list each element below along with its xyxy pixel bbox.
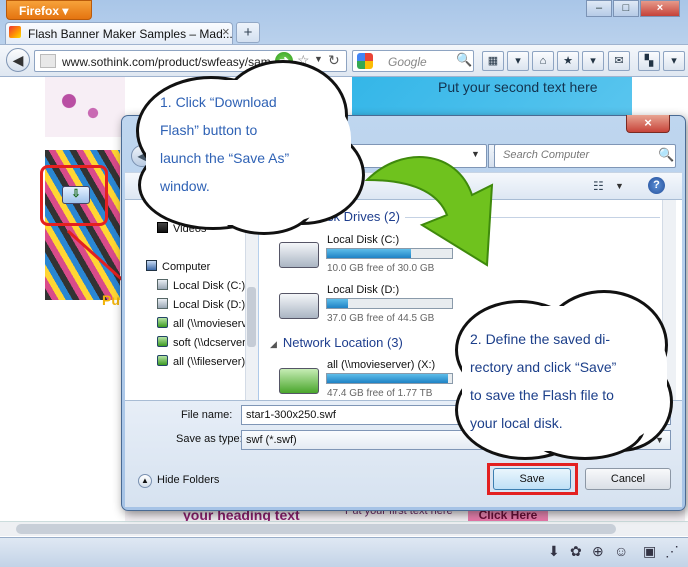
resize-grip-icon[interactable]: ⋰ <box>665 543 679 560</box>
new-tab-button[interactable]: + <box>236 22 260 43</box>
toolbar-button-icon[interactable]: ▾ <box>507 51 529 71</box>
minimize-button[interactable]: – <box>586 0 612 17</box>
callout-step1-line3: launch the “Save As” <box>160 150 290 166</box>
nav-item-label: all (\\movieserver) <box>173 318 245 330</box>
dialog-close-button[interactable]: × <box>626 115 670 133</box>
downloads-icon[interactable]: ⬇ <box>548 543 560 560</box>
group-header-network[interactable]: ◢ Network Location (3) <box>270 335 403 350</box>
tab-title: Flash Banner Maker Samples – Mad... <box>28 27 233 41</box>
file-name-value: star1-300x250.swf <box>246 409 336 421</box>
mail-icon[interactable]: ✉ <box>608 51 630 71</box>
addon-icon[interactable]: ▚ <box>638 51 660 71</box>
collapse-arrow-icon[interactable]: ◢ <box>270 339 277 349</box>
site-identity-icon[interactable] <box>40 54 56 68</box>
nav-item-fileserver[interactable]: all (\\fileserver) <box>157 355 245 368</box>
file-name-label: File name: <box>181 409 233 421</box>
nav-item-local-disk-c[interactable]: Local Disk (C:) <box>157 279 245 292</box>
url-text[interactable]: www.sothink.com/product/swfeasy/sam <box>62 55 272 69</box>
dialog-search-placeholder[interactable]: Search Computer <box>503 149 589 161</box>
network-drive-icon <box>157 355 168 366</box>
hide-folders-toggle[interactable]: ▲ Hide Folders <box>138 474 219 488</box>
save-type-value: swf (*.swf) <box>246 434 297 446</box>
callout-step1-line1: 1. Click “Download <box>160 94 277 110</box>
callout-step1-line4: window. <box>160 178 210 194</box>
cancel-button[interactable]: Cancel <box>585 468 671 490</box>
extension-icon[interactable]: ▣ <box>643 543 656 560</box>
nav-item-label: Local Disk (D:) <box>173 299 246 311</box>
dialog-search-icon[interactable]: 🔍 <box>658 147 674 163</box>
nav-item-movieserver[interactable]: all (\\movieserver) <box>157 317 245 330</box>
banner-text: Put your second text here <box>438 79 598 95</box>
tab-favicon-icon <box>9 26 21 38</box>
nav-scrollbar-thumb[interactable] <box>247 287 256 347</box>
home-icon[interactable]: ⌂ <box>532 51 554 71</box>
firefox-menu-label: Firefox <box>19 4 60 18</box>
view-dropdown-icon[interactable]: ▼ <box>615 181 624 191</box>
nav-item-label: Computer <box>162 261 211 273</box>
zoom-icon[interactable]: ⊕ <box>592 543 604 560</box>
drive-x-usage-fill <box>327 374 449 383</box>
group-header-label: Network Location (3) <box>282 335 403 350</box>
network-drive-icon <box>279 368 319 394</box>
screenshot-icon[interactable]: ▦ <box>482 51 504 71</box>
nav-item-label: Local Disk (C:) <box>173 280 246 292</box>
status-bar <box>0 537 688 567</box>
drive-d-usage-fill <box>327 299 349 308</box>
change-view-icon[interactable]: ☷ <box>593 179 604 193</box>
window-controls: – □ × <box>586 0 680 18</box>
url-dropdown-icon[interactable]: ▼ <box>314 54 323 64</box>
bookmarks-icon[interactable]: ★ <box>557 51 579 71</box>
search-icon[interactable]: 🔍 <box>456 52 472 68</box>
scrollbar-thumb[interactable] <box>16 524 616 534</box>
maximize-button[interactable]: □ <box>613 0 639 17</box>
hide-folders-label: Hide Folders <box>157 474 220 486</box>
drive-d-name: Local Disk (D:) <box>327 284 400 296</box>
nav-item-dcserver[interactable]: soft (\\dcserver) <box>157 336 245 349</box>
callout-step2-line1: 2. Define the saved di- <box>470 331 611 347</box>
callout-step2-line3: to save the Flash file to <box>470 387 614 403</box>
back-button[interactable]: ◀ <box>6 48 30 72</box>
reload-icon[interactable]: ↻ <box>328 52 340 69</box>
nav-item-local-disk-d[interactable]: Local Disk (D:) <box>157 298 245 311</box>
green-curved-arrow <box>364 156 494 267</box>
save-button[interactable]: Save <box>493 468 571 490</box>
close-button[interactable]: × <box>640 0 680 17</box>
drive-d-item[interactable] <box>279 293 319 319</box>
callout-step2-line2: rectory and click “Save” <box>470 359 617 375</box>
drive-x-name: all (\\movieserver) (X:) <box>327 359 436 371</box>
callout-step1-line2: Flash” button to <box>160 122 258 138</box>
nav-item-computer[interactable]: Computer <box>146 260 210 273</box>
drive-x-item[interactable] <box>279 368 319 394</box>
nav-item-label: soft (\\dcserver) <box>173 337 245 349</box>
drive-d-usage-bar <box>326 298 453 309</box>
search-placeholder[interactable]: Google <box>388 55 427 69</box>
videos-icon <box>157 222 168 233</box>
chevron-up-icon: ▲ <box>138 474 152 488</box>
nav-item-label: all (\\fileserver) <box>173 356 245 368</box>
computer-icon <box>146 260 157 271</box>
addon-bar-icon[interactable]: ✿ <box>570 543 582 560</box>
menu-dropdown-icon[interactable]: ▾ <box>582 51 604 71</box>
search-engine-icon[interactable] <box>357 53 373 69</box>
network-drive-icon <box>157 317 168 328</box>
tab-close-icon[interactable]: × <box>222 24 230 39</box>
network-drive-icon <box>157 336 168 347</box>
drive-x-usage-bar <box>326 373 453 384</box>
drive-d-free: 37.0 GB free of 44.5 GB <box>327 313 435 324</box>
disk-icon <box>157 279 168 290</box>
download-flash-icon[interactable]: ⇩ <box>62 186 90 204</box>
callout-step2-line4: your local disk. <box>470 415 563 431</box>
drive-icon <box>279 293 319 319</box>
browser-tab[interactable]: Flash Banner Maker Samples – Mad... <box>5 22 233 44</box>
drive-c-item[interactable] <box>279 242 319 268</box>
windows-drive-icon <box>279 242 319 268</box>
disk-icon <box>157 298 168 309</box>
help-icon[interactable]: ? <box>648 177 665 194</box>
save-type-label: Save as type: <box>176 433 243 445</box>
ghost-icon[interactable]: ☺ <box>614 543 628 559</box>
drive-x-free: 47.4 GB free of 1.77 TB <box>327 388 433 399</box>
firefox-menu-button[interactable]: Firefox ▾ <box>6 0 92 20</box>
decorative-flourish-image <box>45 77 125 137</box>
addon-dropdown-icon[interactable]: ▾ <box>663 51 685 71</box>
